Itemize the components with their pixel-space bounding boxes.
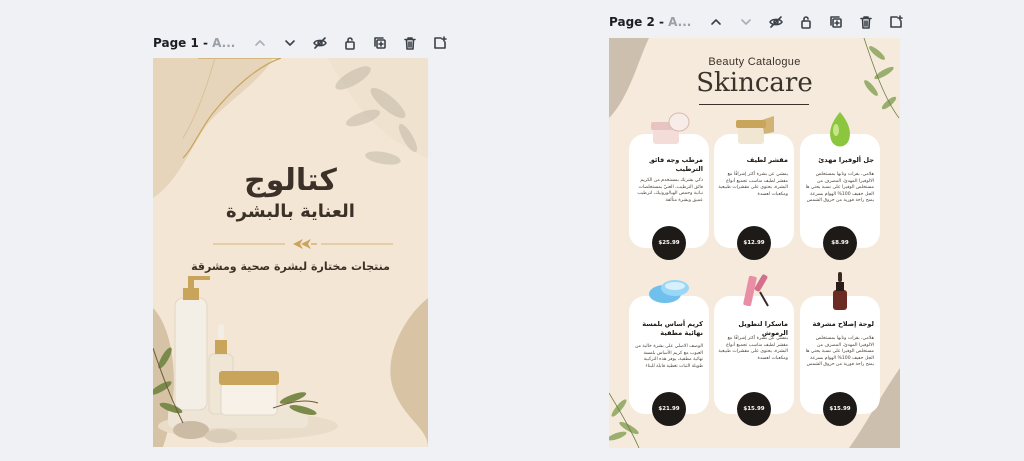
- eye-icon[interactable]: [761, 11, 791, 33]
- skincare-products-illustration: [153, 276, 338, 443]
- foundation-compact-icon: [649, 280, 689, 303]
- duplicate-icon[interactable]: [821, 11, 851, 33]
- price-badge: $8.99: [823, 226, 857, 260]
- chevron-up-icon[interactable]: [701, 11, 731, 33]
- product-card[interactable]: مرطب وجه فائق الترطيب ذكي بشرتك بمستخدم …: [629, 112, 709, 260]
- page-1-toolbar: Page 1 - A...: [153, 32, 455, 54]
- price-badge: $12.99: [737, 226, 771, 260]
- product-name: جل ألوفيرا مهدئ: [818, 156, 874, 164]
- add-page-icon[interactable]: [881, 11, 911, 33]
- price-badge: $15.99: [737, 392, 771, 426]
- chevron-down-icon[interactable]: [731, 11, 761, 33]
- product-description: يمشي عن بشرة أكثر إشراقًا مع مقشر لطيف م…: [718, 336, 788, 361]
- chevron-up-icon[interactable]: [245, 32, 275, 54]
- duplicate-icon[interactable]: [365, 32, 395, 54]
- product-name: مقشر لطيف: [746, 156, 788, 164]
- product-card[interactable]: ماسكرا لتطويل الرموش يمشي عن بشرة أكثر إ…: [714, 274, 794, 426]
- page-1-title-text: Page 1 -: [153, 36, 208, 50]
- catalogue-title: Skincare: [696, 68, 813, 98]
- price-badge: $15.99: [823, 392, 857, 426]
- cream-jar-icon: [651, 112, 690, 144]
- catalogue-kicker: Beauty Catalogue: [708, 56, 801, 68]
- trash-icon[interactable]: [851, 11, 881, 33]
- add-page-icon[interactable]: [425, 32, 455, 54]
- title-divider: [699, 104, 809, 105]
- product-description: الوصف الاصلي على بشرة خالية من العيوب مع…: [634, 344, 703, 369]
- scrub-jar-icon: [736, 116, 774, 144]
- product-description: هلامي، بقرات ونابها بمستخلص الالوفيرا ال…: [805, 172, 874, 204]
- price-badge: $21.99: [652, 392, 686, 426]
- product-card[interactable]: كريم أساس بلمسة نهائية مطفية الوصف الاصل…: [629, 280, 709, 426]
- chevron-down-icon[interactable]: [275, 32, 305, 54]
- page-2-title-text: Page 2 -: [609, 15, 664, 29]
- trash-icon[interactable]: [395, 32, 425, 54]
- page-2-canvas[interactable]: Beauty Catalogue Skincare جل ألوفيرا مهد…: [609, 38, 900, 448]
- lock-icon[interactable]: [791, 11, 821, 33]
- page-2-toolbar: Page 2 - A...: [609, 11, 911, 33]
- lock-icon[interactable]: [335, 32, 365, 54]
- page-1-title-suffix: A...: [212, 36, 236, 50]
- eye-icon[interactable]: [305, 32, 335, 54]
- product-description: هلامي، بقرات ونابها بمستخلص الالوفيرا ال…: [805, 336, 874, 368]
- page-2-title-suffix: A...: [668, 15, 692, 29]
- product-card[interactable]: لوحة إصلاح مشرقة هلامي، بقرات ونابها بمس…: [800, 272, 880, 426]
- page-1-canvas[interactable]: كتالوج العناية بالبشرة منتجات مختارة لبش…: [153, 58, 428, 447]
- page-2-title[interactable]: Page 2 - A...: [609, 15, 691, 29]
- product-name: مرطب وجه فائق الترطيب: [648, 156, 703, 173]
- mascara-icon: [743, 274, 769, 307]
- aloe-gel-icon: [830, 112, 850, 147]
- page-1-title[interactable]: Page 1 - A...: [153, 36, 235, 50]
- serum-dropper-icon: [833, 272, 847, 310]
- product-name: لوحة إصلاح مشرقة: [812, 320, 874, 328]
- product-card[interactable]: جل ألوفيرا مهدئ هلامي، بقرات ونابها بمست…: [800, 112, 880, 260]
- product-card[interactable]: مقشر لطيف يمشي عن بشرة أكثر إشراقًا مع م…: [714, 116, 794, 260]
- product-description: ذكي بشرتك بمستخدم من الكريم فائق الترطيب…: [637, 178, 703, 203]
- price-badge: $25.99: [652, 226, 686, 260]
- product-name: كريم أساس بلمسة نهائية مطفية: [642, 320, 703, 337]
- product-description: يمشي عن بشرة أكثر إشراقًا مع مقشر لطيف م…: [718, 172, 788, 197]
